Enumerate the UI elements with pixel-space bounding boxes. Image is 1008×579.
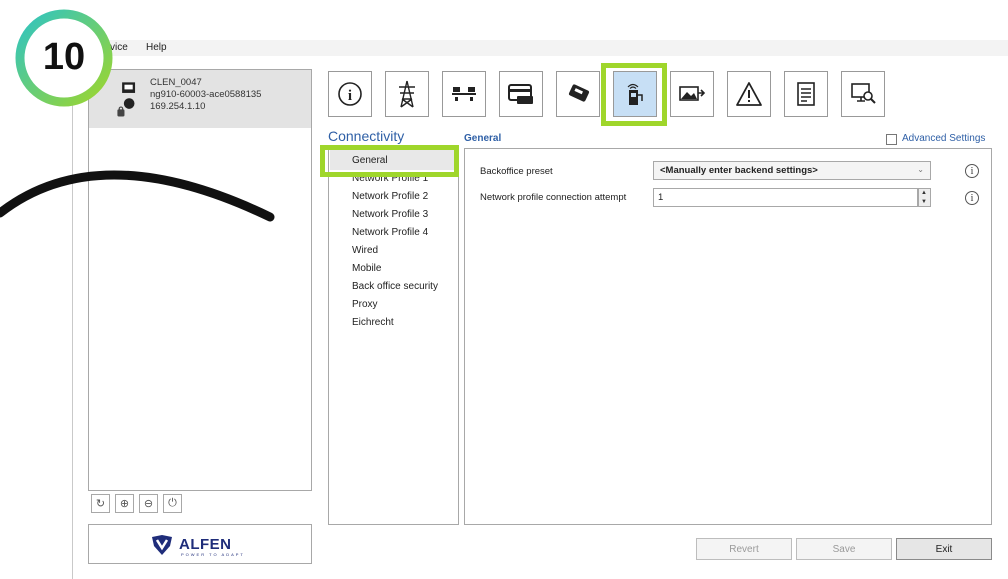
connection-attempt-stepper[interactable]: ▲ ▼ bbox=[918, 188, 931, 207]
toolbar-balance-button[interactable] bbox=[442, 71, 486, 117]
toolbar-monitor-button[interactable] bbox=[841, 71, 885, 117]
revert-button[interactable]: Revert bbox=[696, 538, 792, 560]
toolbar-card-button[interactable] bbox=[499, 71, 543, 117]
chevron-down-icon: ⌄ bbox=[917, 165, 924, 174]
category-item-wired[interactable]: Wired bbox=[352, 245, 378, 256]
toolbar-payment-button[interactable] bbox=[556, 71, 600, 117]
refresh-icon: ↻ bbox=[95, 498, 106, 510]
exit-button[interactable]: Exit bbox=[896, 538, 992, 560]
connection-attempt-input[interactable]: 1 bbox=[653, 188, 918, 207]
toolbar-document-button[interactable] bbox=[784, 71, 828, 117]
remove-icon: ⊖ bbox=[143, 498, 154, 510]
connectivity-tab-highlight bbox=[601, 63, 667, 126]
category-item-network-profile-4[interactable]: Network Profile 4 bbox=[352, 227, 428, 238]
category-item-eichrecht[interactable]: Eichrecht bbox=[352, 317, 394, 328]
image-icon bbox=[679, 86, 706, 101]
device-name: CLEN_0047 bbox=[150, 77, 202, 88]
brand-tagline: POWER TO ADAPT bbox=[181, 552, 245, 557]
brand-logo: ALFEN bbox=[179, 536, 232, 553]
power-button[interactable]: ⏻ bbox=[163, 494, 182, 513]
toolbar-warning-button[interactable] bbox=[727, 71, 771, 117]
category-item-proxy[interactable]: Proxy bbox=[352, 299, 378, 310]
device-ip: 169.254.1.10 bbox=[150, 101, 206, 112]
section-title: General bbox=[464, 133, 502, 144]
save-button[interactable]: Save bbox=[796, 538, 892, 560]
document-icon bbox=[797, 82, 815, 106]
toolbar-info-button[interactable]: i bbox=[328, 71, 372, 117]
connection-attempt-label: Network profile connection attempt bbox=[480, 192, 627, 203]
menu-help[interactable]: Help bbox=[146, 42, 167, 53]
category-item-network-profile-2[interactable]: Network Profile 2 bbox=[352, 191, 428, 202]
category-title: Connectivity bbox=[328, 128, 405, 144]
annotation-arc bbox=[0, 170, 275, 222]
alfen-shield-icon bbox=[152, 535, 172, 555]
balance-icon bbox=[452, 87, 476, 101]
step-number: 10 bbox=[42, 36, 86, 78]
grid-tower-icon bbox=[399, 80, 415, 108]
toolbar-grid-button[interactable] bbox=[385, 71, 429, 117]
refresh-button[interactable]: ↻ bbox=[91, 494, 110, 513]
add-icon: ⊕ bbox=[119, 498, 130, 510]
category-item-mobile[interactable]: Mobile bbox=[352, 263, 381, 274]
menu-bar: vice Help bbox=[72, 40, 1008, 56]
card-icon bbox=[508, 84, 533, 104]
monitor-search-icon bbox=[851, 83, 876, 104]
connection-attempt-info-icon[interactable]: i bbox=[965, 191, 979, 205]
add-device-button[interactable]: ⊕ bbox=[115, 494, 134, 513]
backoffice-preset-label: Backoffice preset bbox=[480, 166, 553, 177]
category-list bbox=[328, 147, 459, 525]
backoffice-preset-value: <Manually enter backend settings> bbox=[660, 165, 818, 176]
spin-down-icon[interactable]: ▼ bbox=[921, 199, 927, 206]
spin-up-icon[interactable]: ▲ bbox=[921, 190, 927, 197]
payment-terminal-icon bbox=[568, 84, 590, 102]
brand-logo-box: ALFEN POWER TO ADAPT bbox=[88, 524, 312, 564]
category-item-back-office-security[interactable]: Back office security bbox=[352, 281, 438, 292]
device-serial: ng910-60003-ace0588135 bbox=[150, 89, 262, 100]
general-item-highlight bbox=[320, 145, 459, 177]
info-icon: i bbox=[338, 82, 362, 106]
connection-attempt-value: 1 bbox=[658, 192, 664, 203]
warning-icon bbox=[736, 82, 762, 106]
backoffice-preset-info-icon[interactable]: i bbox=[965, 164, 979, 178]
power-icon: ⏻ bbox=[168, 497, 177, 509]
step-number-badge: 10 bbox=[8, 0, 120, 110]
toolbar-image-button[interactable] bbox=[670, 71, 714, 117]
remove-device-button[interactable]: ⊖ bbox=[139, 494, 158, 513]
backoffice-preset-select[interactable]: <Manually enter backend settings> ⌄ bbox=[653, 161, 931, 180]
advanced-settings-label[interactable]: Advanced Settings bbox=[902, 133, 985, 144]
category-item-network-profile-3[interactable]: Network Profile 3 bbox=[352, 209, 428, 220]
svg-text:i: i bbox=[348, 88, 352, 104]
advanced-settings-checkbox[interactable] bbox=[886, 134, 897, 145]
